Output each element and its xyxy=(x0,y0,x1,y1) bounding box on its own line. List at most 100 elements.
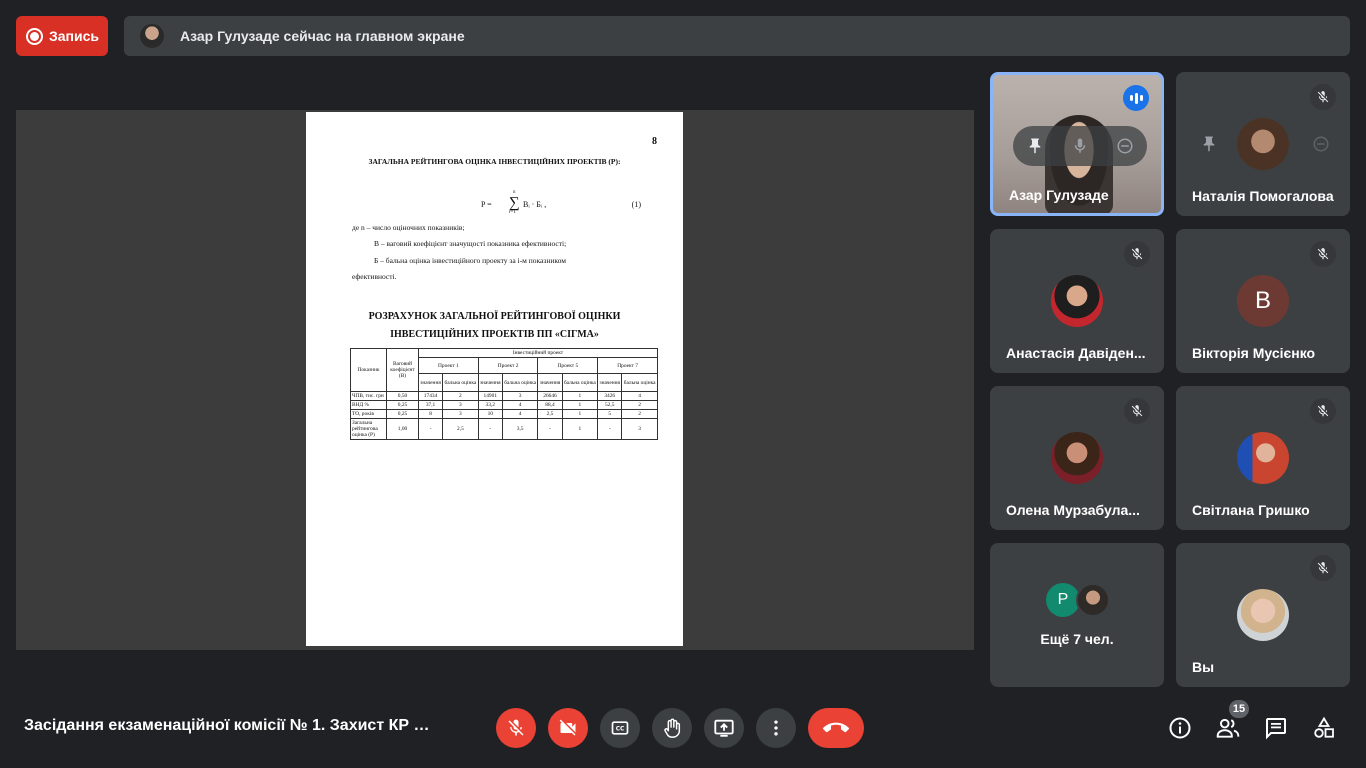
participant-tile-speaker[interactable]: Азар Гулузаде xyxy=(990,72,1164,216)
more-participants-tile[interactable]: P Ещё 7 чел. xyxy=(990,543,1164,687)
camera-off-icon xyxy=(559,719,576,736)
table-cell: Загальна рейтингова оцінка (Р) xyxy=(350,418,387,440)
record-label: Запись xyxy=(49,28,100,44)
table-cell: 4 xyxy=(501,400,539,410)
table-header: бальна оцінка xyxy=(561,373,599,392)
captions-icon: CC xyxy=(611,721,629,735)
mic-toggle-button[interactable] xyxy=(496,708,536,748)
participant-tile[interactable]: В Вікторія Мусієнко xyxy=(1176,229,1350,373)
table-cell: 17434 xyxy=(417,391,444,401)
table-cell: 3,5 xyxy=(501,418,539,440)
participant-name: Світлана Гришко xyxy=(1192,502,1310,518)
table-cell: 4 xyxy=(621,391,658,401)
table-cell: ТО, років xyxy=(350,409,387,419)
raise-hand-button[interactable] xyxy=(652,708,692,748)
self-tile[interactable]: Вы xyxy=(1176,543,1350,687)
participant-tile[interactable]: Олена Мурзабула... xyxy=(990,386,1164,530)
record-icon xyxy=(26,27,43,45)
table-cell: 10 xyxy=(477,409,503,419)
table-cell: 1 xyxy=(561,400,599,410)
table-cell: 2 xyxy=(621,400,658,410)
raise-hand-icon xyxy=(664,718,681,738)
people-count-badge: 15 xyxy=(1229,700,1249,718)
table-header: бальна оцінка xyxy=(501,373,539,392)
camera-toggle-button[interactable] xyxy=(548,708,588,748)
doc-line-2: В – ваговий коефіцієнт значущості показн… xyxy=(374,239,567,248)
speaking-indicator-icon xyxy=(1123,85,1149,111)
pin-icon[interactable] xyxy=(1200,135,1218,153)
table-row: ТО, років 0,25 8 3 10 4 2,5 1 5 2 xyxy=(350,409,658,419)
participant-name: Азар Гулузаде xyxy=(1009,187,1109,203)
record-button[interactable]: Запись xyxy=(16,16,108,56)
table-cell: 1 xyxy=(561,409,599,419)
participant-tile[interactable]: Світлана Гришко xyxy=(1176,386,1350,530)
remove-icon[interactable] xyxy=(1116,137,1134,155)
table-cell: 4 xyxy=(501,409,539,419)
table-header: Показник xyxy=(350,348,387,392)
remove-icon[interactable] xyxy=(1312,135,1330,153)
meeting-info-button[interactable] xyxy=(1164,712,1196,744)
table-cell: 52,5 xyxy=(597,400,623,410)
mic-off-icon xyxy=(1310,398,1336,424)
end-call-button[interactable] xyxy=(808,708,864,748)
table-cell: 3 xyxy=(501,391,539,401)
table-cell: 26646 xyxy=(537,391,563,401)
table-cell: 2 xyxy=(442,391,479,401)
presentation-stage[interactable]: 8 ЗАГАЛЬНА РЕЙТИНГОВА ОЦІНКА ІНВЕСТИЦІЙН… xyxy=(16,110,974,650)
svg-text:CC: CC xyxy=(616,727,625,733)
participant-name: Вікторія Мусієнко xyxy=(1192,345,1316,361)
table-header: значення xyxy=(537,373,563,392)
participant-name: Анастасія Давіден... xyxy=(1006,345,1146,361)
tile-hover-controls xyxy=(1013,126,1147,166)
avatar xyxy=(1051,275,1103,327)
table-header: значення xyxy=(417,373,444,392)
avatar xyxy=(1237,589,1289,641)
end-call-icon xyxy=(823,722,849,733)
table-cell: 1,00 xyxy=(386,418,419,440)
table-header: Проект 5 xyxy=(537,357,599,374)
table-cell: 1 xyxy=(561,391,599,401)
mic-off-icon xyxy=(1124,241,1150,267)
document-title-line-1: РОЗРАХУНОК ЗАГАЛЬНОЇ РЕЙТИНГОВОЇ ОЦІНКИ xyxy=(368,311,621,322)
avatar xyxy=(1051,432,1103,484)
table-cell: 2,5 xyxy=(442,418,479,440)
table-header: Проект 1 xyxy=(418,357,479,374)
more-options-button[interactable] xyxy=(756,708,796,748)
table-cell: - xyxy=(537,418,563,440)
table-cell: ЧПВ, тис. грн xyxy=(350,391,387,401)
doc-line-3: Б – бальна оцінка інвестиційного проекту… xyxy=(374,256,566,265)
presenter-avatar xyxy=(140,24,164,48)
mic-off-icon xyxy=(1310,241,1336,267)
page-number: 8 xyxy=(652,136,657,147)
presenting-banner: Азар Гулузаде сейчас на главном экране xyxy=(124,16,1350,56)
table-header: бальна оцінка xyxy=(442,373,479,392)
mic-off-icon xyxy=(1310,555,1336,581)
table-cell: 37,1 xyxy=(417,400,444,410)
chat-button[interactable] xyxy=(1260,712,1292,744)
pin-icon[interactable] xyxy=(1026,137,1044,155)
chat-icon xyxy=(1266,718,1286,740)
more-vert-icon xyxy=(774,720,778,736)
table-cell: 33,2 xyxy=(477,400,503,410)
table-cell: 2 xyxy=(621,409,658,419)
table-cell: 2,5 xyxy=(537,409,563,419)
avatar xyxy=(1237,118,1289,170)
table-cell: ВНД % xyxy=(350,400,387,410)
table-row: Загальна рейтингова оцінка (Р) 1,00 - 2,… xyxy=(350,418,658,440)
mic-icon[interactable] xyxy=(1071,137,1089,155)
formula-lower: i=1 xyxy=(509,210,516,215)
participant-tile[interactable]: Анастасія Давіден... xyxy=(990,229,1164,373)
table-header: значення xyxy=(477,373,503,392)
present-screen-button[interactable] xyxy=(704,708,744,748)
more-participants-label: Ещё 7 чел. xyxy=(1040,631,1114,647)
captions-button[interactable]: CC xyxy=(600,708,640,748)
formula-number: (1) xyxy=(631,200,641,209)
participant-tile[interactable]: Наталія Помогалова xyxy=(1176,72,1350,216)
table-row: ВНД % 0,25 37,1 3 33,2 4 88,4 1 52,5 2 xyxy=(350,400,658,410)
formula-rhs: Bᵢ · Бᵢ , xyxy=(523,200,547,209)
table-cell: 0,25 xyxy=(386,409,419,419)
table-cell: 5 xyxy=(597,409,623,419)
table-cell: 88,4 xyxy=(537,400,563,410)
avatar: P xyxy=(1046,583,1080,617)
activities-button[interactable] xyxy=(1308,712,1340,744)
